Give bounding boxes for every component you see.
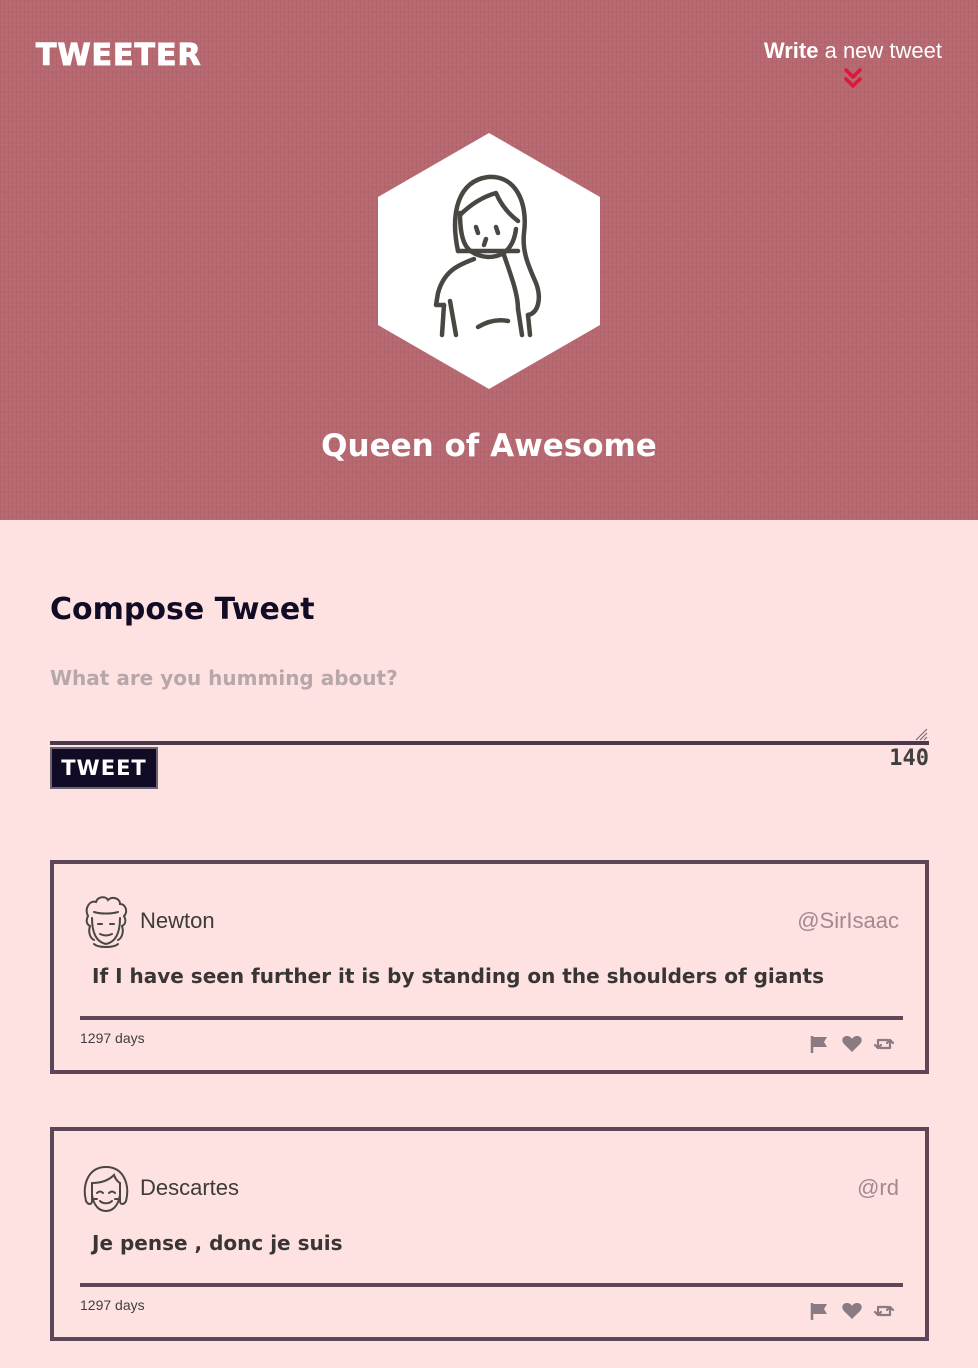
tweet-button[interactable]: TWEET (50, 747, 158, 789)
compose-divider (50, 741, 929, 745)
compose-tweet-input[interactable] (50, 662, 929, 742)
tweet-author-handle[interactable]: @rd (857, 1175, 899, 1201)
resize-grip-icon[interactable] (914, 727, 928, 741)
tweet-age: 1297 days (80, 1297, 145, 1313)
character-counter: 140 (889, 746, 929, 771)
compose-title: Compose Tweet (50, 592, 315, 627)
profile-name: Queen of Awesome (321, 428, 657, 464)
write-link-rest: a new tweet (818, 38, 942, 63)
retweet-icon[interactable] (873, 1301, 895, 1321)
tweet-author-handle[interactable]: @SirIsaac (797, 908, 899, 934)
tweet-divider (80, 1283, 903, 1287)
write-new-tweet-link[interactable]: Write a new tweet (764, 38, 942, 90)
tweet-author-name[interactable]: Newton (140, 908, 215, 934)
profile-header: TWEETER Write a new tweet Queen of Aweso… (0, 0, 978, 520)
double-chevron-down-icon (844, 68, 862, 88)
brand-logo[interactable]: TWEETER (36, 38, 202, 74)
tweet-divider (80, 1016, 903, 1020)
flag-icon[interactable] (809, 1034, 831, 1054)
write-link-strong: Write (763, 38, 819, 63)
bob-hair-face-icon (83, 1165, 129, 1213)
heart-icon[interactable] (841, 1034, 863, 1054)
tweet-author-name[interactable]: Descartes (140, 1175, 239, 1201)
flag-icon[interactable] (809, 1301, 831, 1321)
tweet-card: Descartes @rd Je pense , donc je suis 12… (50, 1127, 929, 1341)
tweet-card: Newton @SirIsaac If I have seen further … (50, 860, 929, 1074)
tweet-age: 1297 days (80, 1030, 145, 1046)
heart-icon[interactable] (841, 1301, 863, 1321)
tweet-actions (809, 1301, 895, 1321)
curly-hair-face-icon (85, 896, 128, 948)
retweet-icon[interactable] (873, 1034, 895, 1054)
profile-avatar (378, 133, 600, 389)
tweet-text: Je pense , donc je suis (92, 1231, 343, 1255)
tweet-actions (809, 1034, 895, 1054)
tweet-text: If I have seen further it is by standing… (92, 964, 824, 988)
